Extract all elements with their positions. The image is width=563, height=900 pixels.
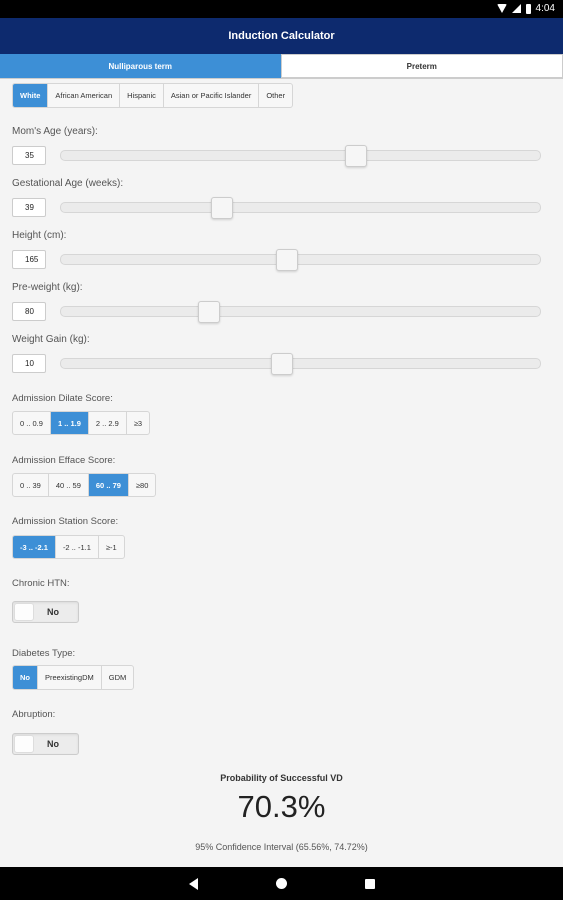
wifi-icon [496, 4, 507, 13]
pre-weight-input[interactable]: 80 [12, 302, 46, 321]
tab-preterm[interactable]: Preterm [280, 54, 563, 78]
diabetes-type-selector: No PreexistingDM GDM [12, 665, 135, 690]
status-time: 4:04 [535, 3, 555, 14]
chronic-htn-value: No [47, 607, 59, 617]
efface-option-0[interactable]: 0 .. 39 [13, 474, 49, 496]
dilate-option-3[interactable]: ≥3 [127, 412, 149, 434]
efface-option-3[interactable]: ≥80 [129, 474, 155, 496]
diabetes-option-preexisting-dm[interactable]: PreexistingDM [38, 666, 102, 689]
weight-gain-label: Weight Gain (kg): [12, 334, 90, 345]
tab-nulliparous-term[interactable]: Nulliparous term [0, 54, 281, 78]
chronic-htn-label: Chronic HTN: [12, 578, 70, 589]
height-slider-thumb[interactable] [275, 249, 298, 271]
pre-weight-slider-track[interactable] [60, 306, 541, 317]
weight-gain-slider-track[interactable] [60, 358, 541, 369]
app-title: Induction Calculator [0, 18, 563, 54]
mom-age-slider-thumb[interactable] [344, 145, 367, 167]
height-slider-track[interactable] [60, 254, 541, 265]
pre-weight-slider-thumb[interactable] [197, 301, 220, 323]
station-option-1[interactable]: -2 .. -1.1 [56, 536, 99, 558]
pre-weight-label: Pre-weight (kg): [12, 282, 83, 293]
dilate-option-2[interactable]: 2 .. 2.9 [89, 412, 127, 434]
chronic-htn-toggle[interactable]: No [12, 601, 79, 623]
race-selector: White African American Hispanic Asian or… [12, 83, 294, 108]
station-option-2[interactable]: ≥-1 [99, 536, 124, 558]
efface-score-label: Admission Efface Score: [12, 455, 116, 466]
abruption-toggle[interactable]: No [12, 733, 79, 755]
back-icon[interactable] [188, 877, 198, 890]
confidence-interval: 95% Confidence Interval (65.56%, 74.72%) [195, 842, 368, 852]
toggle-knob [14, 735, 34, 753]
gestational-age-input[interactable]: 39 [12, 198, 46, 217]
mom-age-slider-track[interactable] [60, 150, 541, 161]
navigation-bar [0, 867, 563, 900]
abruption-label: Abruption: [12, 709, 56, 720]
gestational-age-label: Gestational Age (weeks): [12, 178, 124, 189]
race-option-white[interactable]: White [13, 84, 49, 107]
dilate-score-label: Admission Dilate Score: [12, 393, 113, 404]
mom-age-label: Mom's Age (years): [12, 126, 98, 137]
result-title: Probability of Successful VD [220, 773, 343, 783]
diabetes-option-no[interactable]: No [13, 666, 38, 689]
home-icon[interactable] [275, 878, 287, 889]
race-option-asian-pacific-islander[interactable]: Asian or Pacific Islander [164, 84, 260, 107]
efface-option-2[interactable]: 60 .. 79 [88, 474, 129, 496]
gestational-age-slider-track[interactable] [60, 202, 541, 213]
efface-option-1[interactable]: 40 .. 59 [49, 474, 89, 496]
height-input[interactable]: 165 [12, 250, 46, 269]
weight-gain-input[interactable]: 10 [12, 354, 46, 373]
status-bar: 4:04 [0, 0, 563, 18]
dilate-score-selector: 0 .. 0.9 1 .. 1.9 2 .. 2.9 ≥3 [12, 411, 151, 435]
dilate-option-0[interactable]: 0 .. 0.9 [13, 412, 51, 434]
mom-age-input[interactable]: 35 [12, 146, 46, 165]
diabetes-option-gdm[interactable]: GDM [102, 666, 133, 689]
weight-gain-slider-thumb[interactable] [271, 353, 294, 375]
dilate-option-1[interactable]: 1 .. 1.9 [50, 412, 89, 434]
race-option-other[interactable]: Other [259, 84, 292, 107]
efface-score-selector: 0 .. 39 40 .. 59 60 .. 79 ≥80 [12, 473, 157, 497]
race-option-african-american[interactable]: African American [48, 84, 121, 107]
race-option-hispanic[interactable]: Hispanic [120, 84, 164, 107]
diabetes-type-label: Diabetes Type: [12, 648, 76, 659]
signal-icon [511, 4, 521, 13]
mode-tabs: Nulliparous term Preterm [0, 54, 563, 79]
result-probability: 70.3% [237, 789, 326, 824]
abruption-value: No [47, 739, 59, 749]
battery-icon [525, 3, 531, 14]
height-label: Height (cm): [12, 230, 67, 241]
gestational-age-slider-thumb[interactable] [211, 197, 234, 219]
station-score-selector: -3 .. -2.1 -2 .. -1.1 ≥-1 [12, 535, 125, 559]
station-option-0[interactable]: -3 .. -2.1 [13, 536, 56, 558]
toggle-knob [14, 603, 34, 621]
station-score-label: Admission Station Score: [12, 516, 119, 527]
recents-icon[interactable] [364, 878, 375, 889]
